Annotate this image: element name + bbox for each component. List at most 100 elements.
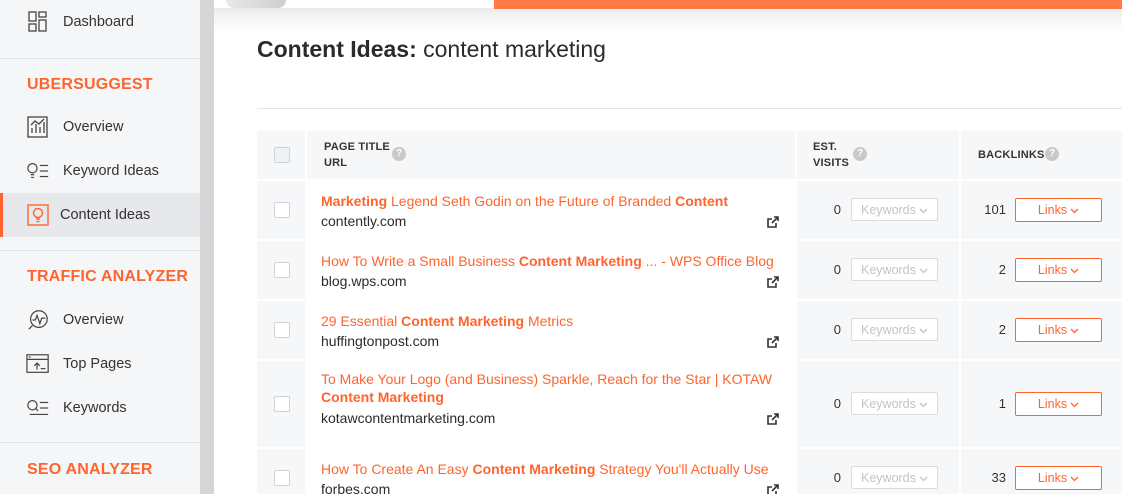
sidebar-item-label: Keyword Ideas <box>63 163 159 179</box>
sidebar-item-label: Top Pages <box>63 356 132 372</box>
chevron-down-icon <box>919 263 928 277</box>
external-link-icon[interactable] <box>766 275 780 289</box>
page-url: huffingtonpost.com <box>321 333 440 349</box>
backlinks-value: 2 <box>998 262 1006 277</box>
row-select-cell <box>257 449 305 494</box>
page-url: blog.wps.com <box>321 273 407 289</box>
title-fragment: Marketing <box>321 193 388 209</box>
help-icon[interactable]: ? <box>392 147 406 161</box>
external-link-icon[interactable] <box>766 335 780 349</box>
est-visits-cell: 0 Keywords <box>797 361 959 447</box>
sidebar-divider <box>0 58 200 59</box>
avatar[interactable] <box>226 0 286 8</box>
est-visits-value: 0 <box>833 470 841 485</box>
chevron-down-icon <box>919 323 928 337</box>
chevron-down-icon <box>919 203 928 217</box>
page-title-query: content marketing <box>423 36 606 62</box>
keywords-label: Keywords <box>861 396 916 411</box>
external-link-icon[interactable] <box>766 483 780 494</box>
keywords-dropdown[interactable]: Keywords <box>851 258 938 281</box>
page-title-link[interactable]: How To Create An Easy Content Marketing … <box>321 460 768 478</box>
keywords-dropdown[interactable]: Keywords <box>851 392 938 415</box>
links-dropdown[interactable]: Links <box>1015 198 1102 222</box>
page-title-prefix: Content Ideas: <box>257 36 417 62</box>
keywords-dropdown[interactable]: Keywords <box>851 198 938 221</box>
header-cell-select <box>257 131 305 179</box>
links-label: Links <box>1037 263 1068 277</box>
row-checkbox[interactable] <box>274 322 290 338</box>
page-title-link[interactable]: 29 Essential Content Marketing Metrics <box>321 312 573 330</box>
title-fragment: Content Marketing <box>401 313 525 329</box>
links-label: Links <box>1037 397 1068 411</box>
backlinks-value: 2 <box>998 322 1006 337</box>
header-cell-page-title: PAGE TITLE URL ? <box>307 131 795 179</box>
links-dropdown[interactable]: Links <box>1015 466 1102 490</box>
sidebar-item-keyword-ideas[interactable]: Keyword Ideas <box>0 149 200 193</box>
sidebar-item-label: Content Ideas <box>60 207 151 223</box>
keywords-dropdown[interactable]: Keywords <box>851 318 938 341</box>
sidebar-item-top-pages[interactable]: Top Pages <box>0 342 200 386</box>
page-title-link-line2[interactable]: Content Marketing <box>321 388 444 406</box>
backlinks-cell: 2 Links <box>961 241 1122 299</box>
backlinks-cell: 2 Links <box>961 301 1122 359</box>
sidebar-item-dashboard[interactable]: Dashboard <box>0 0 200 44</box>
keywords-dropdown[interactable]: Keywords <box>851 466 938 489</box>
sidebar-item-keywords[interactable]: Keywords <box>0 386 200 430</box>
help-icon[interactable]: ? <box>1045 147 1059 161</box>
title-divider <box>257 108 1122 109</box>
page-title: Content Ideas: content marketing <box>257 36 606 63</box>
select-all-checkbox[interactable] <box>274 147 290 163</box>
help-icon[interactable]: ? <box>853 147 867 161</box>
external-link-icon[interactable] <box>766 215 780 229</box>
est-visits-value: 0 <box>833 396 841 411</box>
sidebar-item-label: Overview <box>63 119 124 135</box>
page-title-cell: 29 Essential Content Marketing Metrics hu… <box>307 301 795 359</box>
table-row: To Make Your Logo (and Business) Sparkle… <box>257 361 1122 447</box>
row-checkbox[interactable] <box>274 202 290 218</box>
links-label: Links <box>1037 323 1068 337</box>
title-fragment: Metrics <box>524 313 574 329</box>
sidebar-item-traffic-overview[interactable]: Overview <box>0 298 200 342</box>
links-dropdown[interactable]: Links <box>1015 318 1102 342</box>
est-visits-value: 0 <box>833 202 841 217</box>
top-pages-icon <box>26 352 50 376</box>
sidebar-divider <box>0 250 200 251</box>
sidebar-item-content-ideas[interactable]: Content Ideas <box>0 193 200 237</box>
title-fragment: ... - WPS Office Blog <box>641 253 774 269</box>
row-select-cell <box>257 241 305 299</box>
sidebar-item-overview[interactable]: Overview <box>0 105 200 149</box>
header-url[interactable]: URL <box>324 155 347 171</box>
backlinks-value: 1 <box>998 396 1006 411</box>
row-select-cell <box>257 301 305 359</box>
chevron-down-icon <box>919 397 928 411</box>
title-fragment: How To Write a Small Business <box>321 253 519 269</box>
backlinks-value: 33 <box>991 470 1006 485</box>
est-visits-cell: 0 Keywords <box>797 301 959 359</box>
header-visits[interactable]: VISITS <box>813 155 849 171</box>
chart-bars-icon <box>26 115 50 139</box>
links-dropdown[interactable]: Links <box>1015 258 1102 282</box>
search-list-icon <box>26 396 50 420</box>
header-backlinks[interactable]: BACKLINKS <box>978 147 1045 163</box>
external-link-icon[interactable] <box>766 412 780 426</box>
chevron-down-icon <box>1070 323 1079 337</box>
chevron-down-icon <box>1070 263 1079 277</box>
keywords-label: Keywords <box>861 322 916 337</box>
page-title-cell: To Make Your Logo (and Business) Sparkle… <box>307 361 795 447</box>
header-est[interactable]: EST. <box>813 139 837 155</box>
page-title-link[interactable]: How To Write a Small Business Content Ma… <box>321 252 774 270</box>
row-checkbox[interactable] <box>274 396 290 412</box>
keywords-label: Keywords <box>861 202 916 217</box>
row-checkbox[interactable] <box>274 470 290 486</box>
header-shadow <box>214 9 1122 31</box>
table-header: PAGE TITLE URL ? EST. VISITS ? BACKLINKS… <box>257 131 1122 179</box>
links-dropdown[interactable]: Links <box>1015 392 1102 416</box>
row-checkbox[interactable] <box>274 262 290 278</box>
title-fragment: Strategy You'll Actually Use <box>595 461 769 477</box>
page-title-link[interactable]: To Make Your Logo (and Business) Sparkle… <box>321 370 772 388</box>
header-page-title[interactable]: PAGE TITLE <box>324 139 390 155</box>
page-title-link[interactable]: Marketing Legend Seth Godin on the Futur… <box>321 192 728 210</box>
row-select-cell <box>257 181 305 239</box>
backlinks-cell: 1 Links <box>961 361 1122 447</box>
section-title-ubersuggest: UBERSUGGEST <box>27 76 153 93</box>
